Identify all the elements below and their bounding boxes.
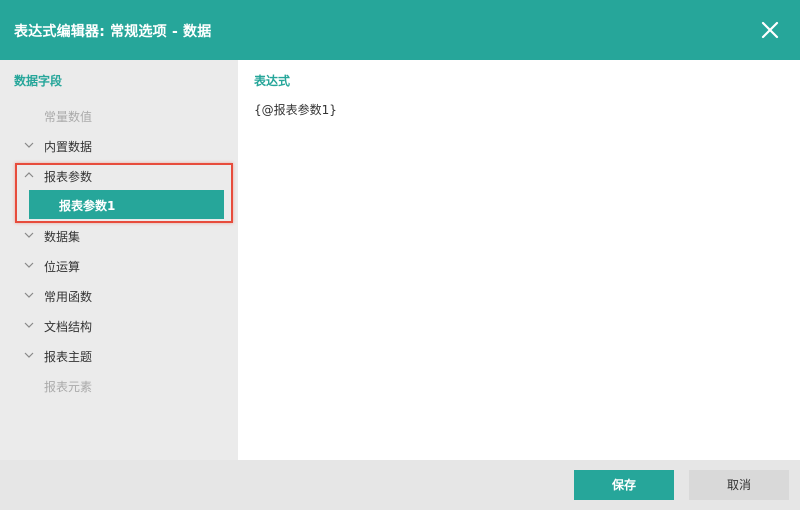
- tree-item-bit-ops[interactable]: 位运算: [0, 253, 238, 277]
- tree-item-report-theme[interactable]: 报表主题: [0, 343, 238, 367]
- tree-item-label: 报表参数: [44, 170, 93, 184]
- tree-item-constants: 常量数值: [0, 103, 238, 127]
- expression-pane[interactable]: 表达式 {@报表参数1}: [238, 60, 800, 460]
- tree-item-doc-structure[interactable]: 文档结构: [0, 313, 238, 337]
- tree-item-common-functions[interactable]: 常用函数: [0, 283, 238, 307]
- close-icon: [761, 21, 779, 39]
- tree-item-label: 报表参数1: [59, 199, 116, 213]
- expression-editor[interactable]: {@报表参数1}: [254, 101, 337, 118]
- chevron-down-icon[interactable]: [23, 138, 35, 152]
- chevron-down-icon[interactable]: [23, 288, 35, 302]
- tree-item-label: 文档结构: [44, 320, 93, 334]
- save-button[interactable]: 保存: [574, 470, 674, 500]
- tree-item-report-elements: 报表元素: [0, 373, 238, 397]
- tree-item-builtin-data[interactable]: 内置数据: [0, 133, 238, 157]
- dialog-title: 表达式编辑器: 常规选项 - 数据: [14, 24, 212, 40]
- tree-item-label: 常用函数: [44, 290, 93, 304]
- tree-item-report-params[interactable]: 报表参数: [0, 163, 238, 187]
- dialog-footer: 保存 取消: [0, 460, 800, 510]
- tree-item-label: 内置数据: [44, 140, 93, 154]
- tree-item-report-param-1[interactable]: 报表参数1: [29, 190, 224, 219]
- chevron-down-icon[interactable]: [23, 258, 35, 272]
- dialog-titlebar: 表达式编辑器: 常规选项 - 数据: [0, 0, 800, 60]
- cancel-button[interactable]: 取消: [689, 470, 789, 500]
- tree-item-label: 报表主题: [44, 350, 93, 364]
- chevron-down-icon[interactable]: [23, 228, 35, 242]
- expression-title: 表达式: [254, 74, 291, 88]
- data-field-sidebar: 数据字段 常量数值 内置数据 报表参数 报表参数1 数据集 位运算 常用函数 文…: [0, 60, 238, 460]
- tree-item-label: 报表元素: [44, 380, 93, 394]
- tree-item-label: 常量数值: [44, 110, 93, 124]
- chevron-down-icon[interactable]: [23, 318, 35, 332]
- chevron-up-icon[interactable]: [23, 168, 35, 182]
- tree-item-dataset[interactable]: 数据集: [0, 223, 238, 247]
- sidebar-title: 数据字段: [14, 74, 63, 88]
- tree-item-label: 位运算: [44, 260, 81, 274]
- tree-item-label: 数据集: [44, 230, 81, 244]
- chevron-down-icon[interactable]: [23, 348, 35, 362]
- close-button[interactable]: [754, 14, 786, 46]
